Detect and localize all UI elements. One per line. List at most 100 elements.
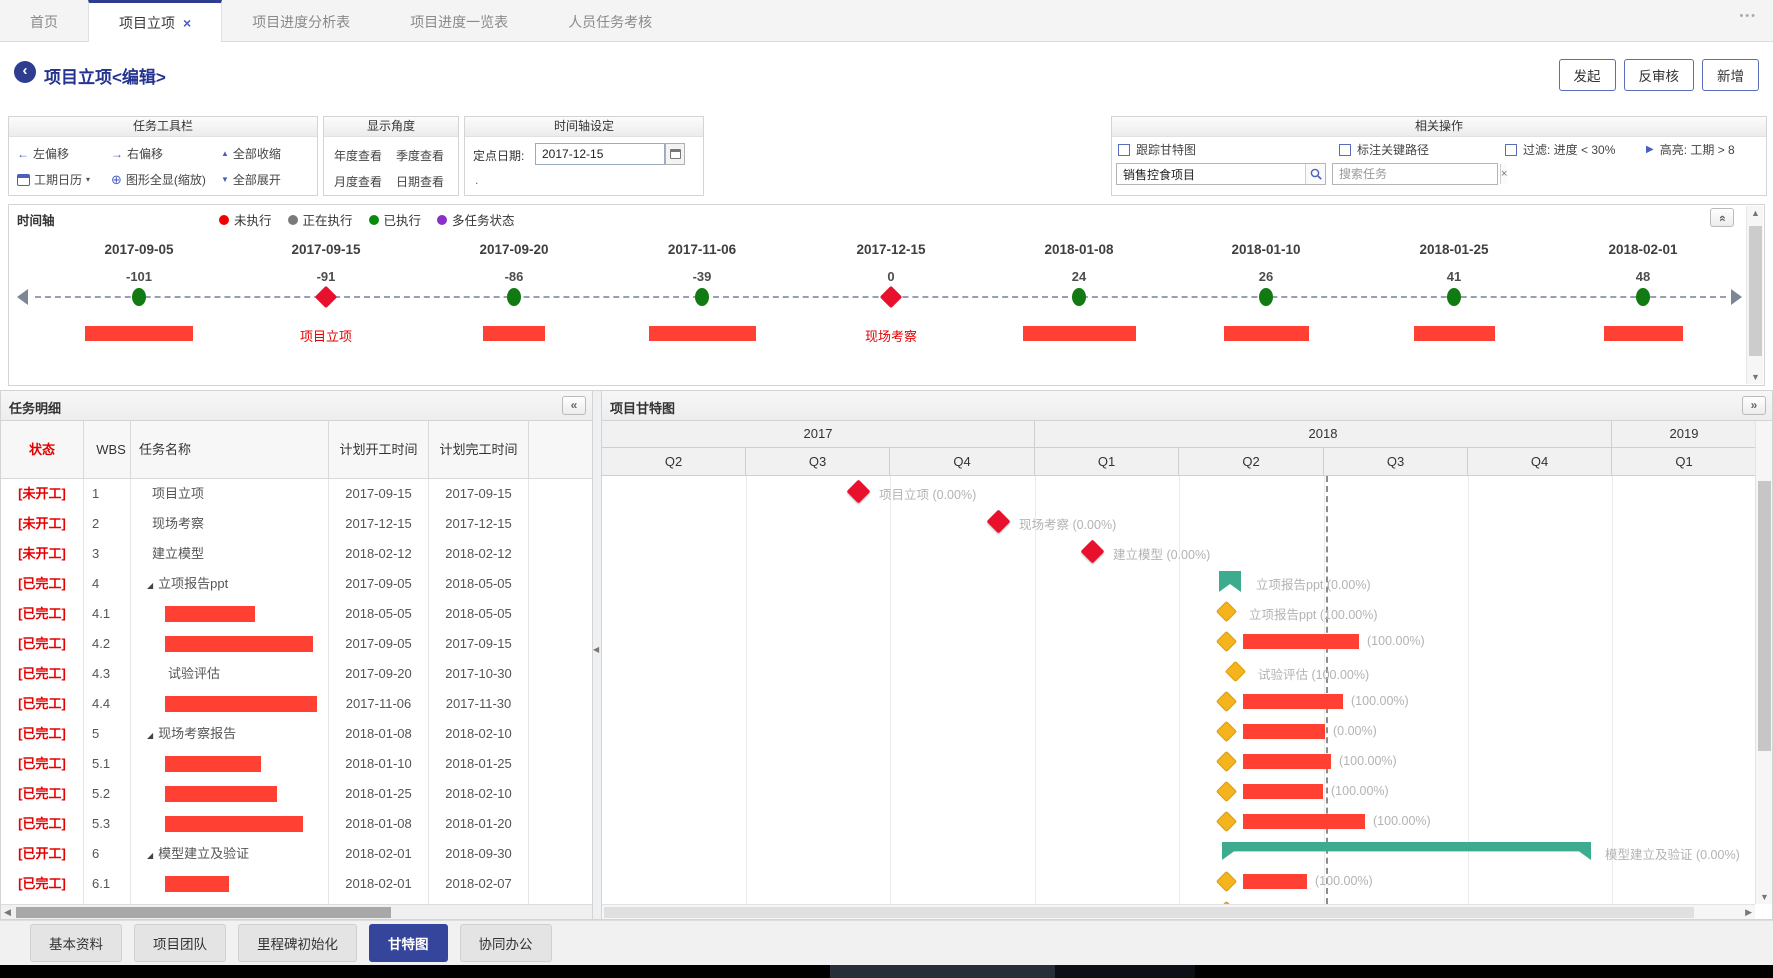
timeline-milestone-icon[interactable] [315,286,338,309]
bottom-tab[interactable]: 基本资料 [30,924,122,962]
gantt-row[interactable]: (0.00%) [602,716,1757,746]
scroll-down-icon[interactable]: ▼ [1760,892,1769,902]
gantt-task-diamond-icon[interactable] [1225,661,1246,682]
project-input[interactable] [1117,164,1305,184]
gantt-row[interactable]: 立项报告ppt (100.00%) [602,596,1757,626]
header-action-button[interactable]: 反审核 [1624,59,1695,91]
panel-splitter[interactable]: ◀ [593,390,601,920]
top-tab[interactable]: 首页 [0,0,88,41]
table-row[interactable]: [未开工]1项目立项2017-09-152017-09-15 [1,479,592,509]
view-year-button[interactable]: 年度查看 [334,147,382,164]
table-row[interactable]: [已完工]4.42017-11-062017-11-30 [1,689,592,719]
gantt-row[interactable]: (100.00%) [602,806,1757,836]
more-menu-icon[interactable]: ••• [1739,10,1757,22]
gantt-row[interactable]: 立项报告ppt (0.00%) [602,566,1757,596]
gantt-task-diamond-icon[interactable] [1216,601,1237,622]
bottom-tab[interactable]: 里程碑初始化 [238,924,357,962]
gantt-row[interactable]: (100.00%) [602,686,1757,716]
gantt-summary-start-icon[interactable] [1219,571,1241,592]
timeline-node-icon[interactable] [1072,288,1086,306]
date-picker-button[interactable] [665,143,685,165]
checkbox-icon[interactable] [1339,144,1351,156]
bottom-tab[interactable]: 项目团队 [134,924,226,962]
scroll-down-icon[interactable]: ▼ [1751,372,1760,382]
table-row[interactable]: [已完工]5.22018-01-252018-02-10 [1,779,592,809]
gantt-task-diamond-icon[interactable] [1216,751,1237,772]
expand-panel-button[interactable]: » [1742,396,1766,415]
search-icon[interactable] [1305,164,1325,184]
gantt-row[interactable]: (100.00%) [602,776,1757,806]
top-tab[interactable]: 项目进度一览表 [380,0,538,41]
gantt-milestone-icon[interactable] [846,479,870,503]
gantt-row[interactable]: 项目立项 (0.00%) [602,476,1757,506]
table-row[interactable]: [已开工]6◢模型建立及验证2018-02-012018-09-30 [1,839,592,869]
gantt-row[interactable]: (100.00%) [602,866,1757,896]
table-row[interactable]: [已完工]5.32018-01-082018-01-20 [1,809,592,839]
top-tab[interactable]: 项目立项× [88,0,222,42]
gantt-milestone-icon[interactable] [1080,539,1104,563]
table-row[interactable]: [未开工]2现场考察2017-12-152017-12-15 [1,509,592,539]
table-row[interactable]: [未开工]3建立模型2018-02-122018-02-12 [1,539,592,569]
table-row[interactable]: [已完工]4.12018-05-052018-05-05 [1,599,592,629]
shift-left-button[interactable]: ← 左偏移 [17,145,69,162]
timeline-vertical-scrollbar[interactable]: ▲ ▼ [1746,206,1763,384]
gantt-summary-bar[interactable] [1222,842,1591,860]
view-month-button[interactable]: 月度查看 [334,173,382,190]
timeline-node-icon[interactable] [132,288,146,306]
critical-path-checkbox[interactable]: 标注关键路径 [1339,141,1429,158]
gantt-row[interactable]: 模型建立及验证 (0.00%) [602,836,1757,866]
scroll-left-icon[interactable]: ◀ [4,907,11,918]
gantt-horizontal-scrollbar[interactable]: ▶ [602,904,1755,919]
gantt-vertical-scrollbar[interactable]: ▼ [1755,421,1772,904]
table-row[interactable]: [已完工]5.12018-01-102018-01-25 [1,749,592,779]
table-horizontal-scrollbar[interactable]: ◀ [1,904,592,919]
timeline-node-icon[interactable] [507,288,521,306]
bottom-tab[interactable]: 甘特图 [369,924,448,962]
table-row[interactable]: [已完工]5◢现场考察报告2018-01-082018-02-10 [1,719,592,749]
gantt-row[interactable] [602,896,1757,904]
view-date-button[interactable]: 日期查看 [396,173,444,190]
track-gantt-checkbox[interactable]: 跟踪甘特图 [1118,141,1196,158]
timeline-node-icon[interactable] [1636,288,1650,306]
collapse-panel-button[interactable]: « [562,396,586,415]
table-row[interactable]: [已完工]6.12018-02-012018-02-07 [1,869,592,899]
close-icon[interactable]: × [183,15,191,31]
gantt-task-diamond-icon[interactable] [1216,721,1237,742]
tree-expand-icon[interactable]: ◢ [147,851,153,860]
gantt-row[interactable]: 建立模型 (0.00%) [602,536,1757,566]
highlight-duration-button[interactable]: ▶ 高亮: 工期 > 8 [1646,141,1735,158]
scrollbar-thumb[interactable] [1749,226,1762,356]
gantt-task-diamond-icon[interactable] [1216,631,1237,652]
clear-icon[interactable]: × [1500,164,1507,184]
gantt-row[interactable]: 现场考察 (0.00%) [602,506,1757,536]
table-row[interactable]: [已完工]4.22017-09-052017-09-15 [1,629,592,659]
search-task-input[interactable] [1333,164,1500,184]
checkbox-icon[interactable] [1118,144,1130,156]
gantt-task-diamond-icon[interactable] [1216,811,1237,832]
timeline-node-icon[interactable] [1259,288,1273,306]
header-action-button[interactable]: 新增 [1702,59,1759,91]
table-row[interactable]: [已完工]4.3试验评估2017-09-202017-10-30 [1,659,592,689]
bottom-tab[interactable]: 协同办公 [460,924,552,962]
top-tab[interactable]: 项目进度分析表 [222,0,380,41]
schedule-calendar-button[interactable]: 工期日历 ▾ [17,171,90,188]
header-action-button[interactable]: 发起 [1559,59,1616,91]
scrollbar-thumb[interactable] [604,907,1694,918]
collapse-all-button[interactable]: ▲ 全部收缩 [221,145,281,162]
expand-all-button[interactable]: ▼ 全部展开 [221,171,281,188]
timeline-node-icon[interactable] [695,288,709,306]
table-row[interactable]: [已完工]4◢立项报告ppt2017-09-052018-05-05 [1,569,592,599]
gantt-task-diamond-icon[interactable] [1216,691,1237,712]
filter-progress-checkbox[interactable]: 过滤: 进度 < 30% [1505,141,1615,158]
fit-graph-button[interactable]: ⊕ 图形全显(缩放) [111,171,206,188]
scroll-right-icon[interactable]: ▶ [1745,907,1752,918]
tree-expand-icon[interactable]: ◢ [147,731,153,740]
gantt-task-diamond-icon[interactable] [1216,781,1237,802]
shift-right-button[interactable]: → 右偏移 [111,145,163,162]
fixed-date-input[interactable] [535,143,665,165]
timeline-milestone-icon[interactable] [880,286,903,309]
back-button[interactable]: ‹ [14,61,36,83]
gantt-milestone-icon[interactable] [986,509,1010,533]
scrollbar-thumb[interactable] [1758,481,1771,751]
gantt-task-diamond-icon[interactable] [1216,871,1237,892]
